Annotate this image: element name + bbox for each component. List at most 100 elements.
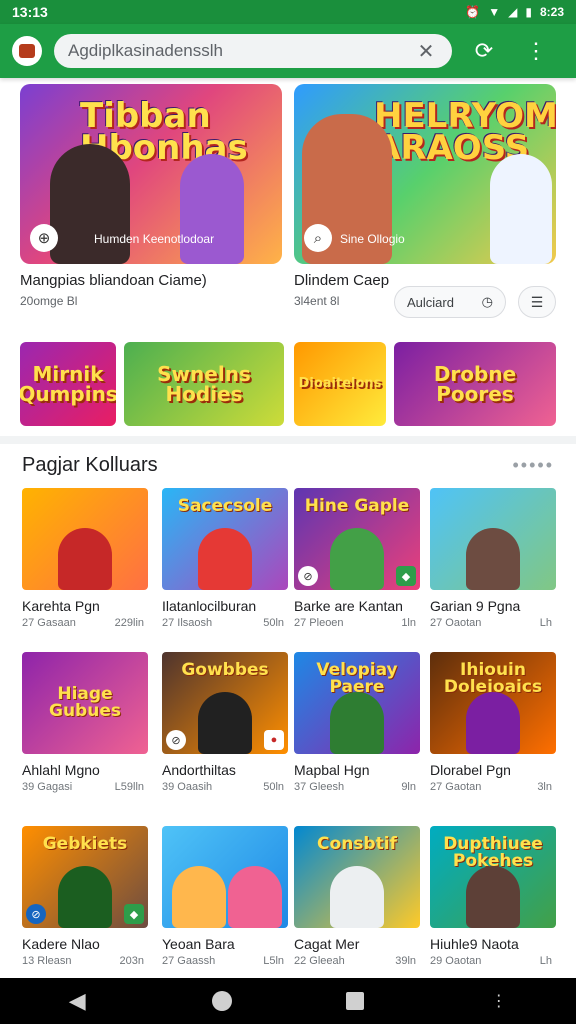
game-meta-b: Lh	[539, 955, 552, 967]
game-meta: 29 Oaotan Lh	[430, 955, 556, 967]
section-divider	[0, 436, 576, 444]
game-meta: 27 Ilsaosh 50ln	[162, 617, 288, 629]
game-thumbnail	[22, 488, 148, 590]
game-meta-a: 27 Pleoen	[294, 617, 344, 629]
link-icon: ⊘	[166, 730, 186, 750]
game-tile[interactable]: Gowbbes ⊘ ● Andorthiltas 39 Oaasih 50ln	[162, 652, 288, 793]
featured-card[interactable]: HELRYOM ARAOSS ⌕ Sine Ollogio	[294, 84, 556, 264]
list-icon[interactable]: ☰	[518, 286, 556, 318]
game-tile[interactable]: Ihiouin Doleioaics Dlorabel Pgn 27 Gaota…	[430, 652, 556, 793]
game-meta-a: 13 Rleasn	[22, 955, 72, 967]
badge-icon: ●	[264, 730, 284, 750]
close-icon[interactable]: ✕	[414, 39, 438, 64]
character-art	[50, 144, 130, 264]
character-art	[58, 866, 112, 928]
character-art	[172, 866, 226, 928]
game-art-title: Sacecsole	[177, 496, 273, 516]
signal-icon: ◢	[508, 5, 518, 19]
game-art-title: Hine Gaple	[304, 496, 410, 516]
status-clock: 8:23	[539, 5, 564, 19]
game-thumbnail: Gebkiets ⊘ ◆	[22, 826, 148, 928]
game-meta-a: 22 Gleeah	[294, 955, 345, 967]
game-meta-a: 27 Gasaan	[22, 617, 76, 629]
battery-icon: ▮	[525, 5, 532, 19]
game-tile[interactable]: Hiage Gubues Ahlahl Mgno 39 Gagasi L59lln	[22, 652, 148, 793]
game-tile[interactable]: Garian 9 Pgna 27 Oaotan Lh	[430, 488, 556, 629]
game-art-title: Ihiouin Doleioaics	[443, 660, 543, 697]
link-icon: ⊘	[298, 566, 318, 586]
game-name: Karehta Pgn	[22, 598, 100, 614]
game-meta-b: 3ln	[537, 781, 552, 793]
status-time: 13:13	[12, 4, 48, 20]
character-art	[466, 866, 520, 928]
featured-caption: Sine Ollogio	[340, 232, 405, 246]
game-meta: 39 Oaasih 50ln	[162, 781, 288, 793]
more-icon[interactable]: •••••	[512, 455, 554, 476]
character-art	[330, 866, 384, 928]
section-header: Pagjar Kolluars •••••	[22, 450, 554, 480]
game-name: Andorthiltas	[162, 762, 236, 778]
game-meta-a: 27 Oaotan	[430, 617, 482, 629]
app-logo-icon[interactable]	[12, 36, 42, 66]
alarm-icon: ⏰	[465, 5, 481, 19]
game-meta: 27 Gaotan 3ln	[430, 781, 556, 793]
search-bar[interactable]: ✕	[54, 34, 452, 68]
overflow-menu-icon[interactable]: ⋮	[479, 991, 519, 1011]
game-art-title: Gowbbes	[181, 660, 269, 680]
game-art-title: Hiage Gubues	[49, 684, 121, 721]
game-meta-b: 50ln	[263, 617, 284, 629]
game-meta-b: 1ln	[401, 617, 416, 629]
game-tile[interactable]: Dupthiuee Pokehes Hiuhle9 Naota 29 Oaota…	[430, 826, 556, 967]
character-art	[330, 692, 384, 754]
game-meta: 39 Gagasi L59lln	[22, 781, 148, 793]
game-meta-a: 37 Gleesh	[294, 781, 345, 793]
search-icon: ⌕	[304, 224, 332, 252]
featured-card[interactable]: Tibban Hbonhas ⊕ Humden Keenotlodoar	[20, 84, 282, 264]
home-icon[interactable]	[211, 991, 232, 1011]
character-art	[466, 692, 520, 754]
back-icon[interactable]: ◀	[57, 988, 97, 1014]
game-meta: 27 Oaotan Lh	[430, 617, 556, 629]
banner-card[interactable]: Dioaitelons	[294, 342, 386, 426]
game-meta-b: 39ln	[395, 955, 416, 967]
search-input[interactable]	[68, 41, 414, 61]
game-tile[interactable]: Consbtif Cagat Mer 22 Gleeah 39ln	[294, 826, 420, 967]
game-art-title: Gebkiets	[42, 834, 128, 854]
game-thumbnail: Hiage Gubues	[22, 652, 148, 754]
refresh-icon[interactable]: ⟳	[464, 31, 504, 71]
game-thumbnail	[162, 826, 288, 928]
overflow-menu-icon[interactable]: ⋮	[516, 31, 556, 71]
character-art	[466, 528, 520, 590]
game-tile[interactable]: Gebkiets ⊘ ◆ Kadere Nlao 13 Rleasn 203n	[22, 826, 148, 967]
system-nav-bar: ◀ ⋮	[0, 978, 576, 1024]
game-meta: 37 Gleesh 9ln	[294, 781, 420, 793]
game-tile[interactable]: Karehta Pgn 27 Gasaan 229lin	[22, 488, 148, 629]
banner-card[interactable]: Mirnik Qumpins	[20, 342, 116, 426]
game-tile[interactable]: Yeoan Bara 27 Gaassh L5ln	[162, 826, 288, 967]
recents-icon[interactable]	[346, 992, 365, 1010]
section-title: Pagjar Kolluars	[22, 453, 158, 476]
game-badge-icon: ⊕	[30, 224, 58, 252]
action-pill-button[interactable]: Aulciard ◷	[394, 286, 506, 318]
game-meta-b: Lh	[539, 617, 552, 629]
banner-card[interactable]: Swnelns Hodies	[124, 342, 284, 426]
game-thumbnail: Gowbbes ⊘ ●	[162, 652, 288, 754]
game-tile[interactable]: Sacecsole Ilatanlocilburan 27 Ilsaosh 50l…	[162, 488, 288, 629]
game-tile[interactable]: Velopiay Paere Mapbal Hgn 37 Gleesh 9ln	[294, 652, 420, 793]
character-art	[330, 528, 384, 590]
timer-icon: ◷	[481, 294, 493, 309]
banner-card[interactable]: Drobne Poores	[394, 342, 556, 426]
game-meta-a: 39 Gagasi	[22, 781, 73, 793]
game-art-title: Consbtif	[317, 834, 397, 854]
game-meta-a: 29 Oaotan	[430, 955, 482, 967]
game-meta: 27 Gasaan 229lin	[22, 617, 148, 629]
featured-carousel: Tibban Hbonhas ⊕ Humden Keenotlodoar HEL…	[20, 84, 556, 264]
game-meta: 27 Pleoen 1ln	[294, 617, 420, 629]
game-tile[interactable]: Hine Gaple ⊘ ◆ Barke are Kantan 27 Pleoe…	[294, 488, 420, 629]
game-thumbnail: Ihiouin Doleioaics	[430, 652, 556, 754]
game-name: Cagat Mer	[294, 936, 360, 952]
game-name: Kadere Nlao	[22, 936, 100, 952]
game-name: Garian 9 Pgna	[430, 598, 521, 614]
game-meta-a: 39 Oaasih	[162, 781, 213, 793]
game-meta-b: 229lin	[114, 617, 144, 629]
